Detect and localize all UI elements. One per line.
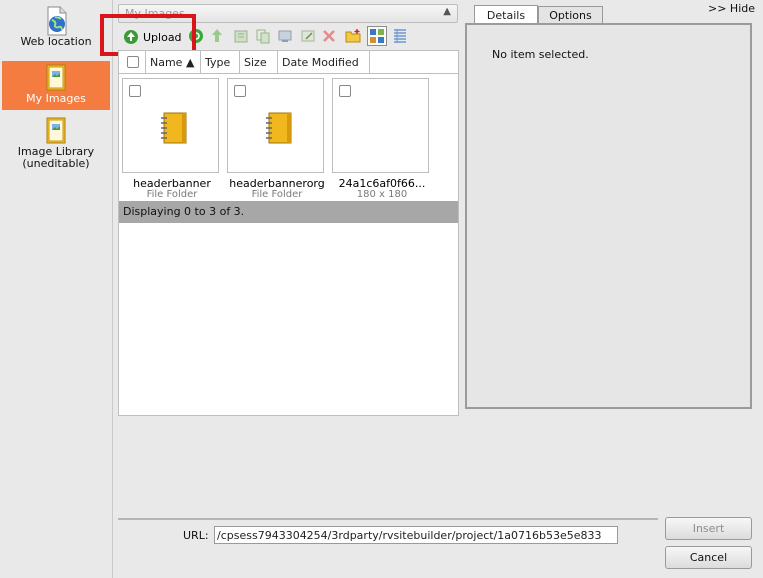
tile-checkbox[interactable] (234, 85, 246, 97)
sidebar-item-label: Web location (20, 35, 92, 48)
tab-details[interactable]: Details (474, 5, 538, 24)
cut-icon[interactable] (233, 28, 249, 44)
hide-panel-link[interactable]: >> Hide (708, 2, 755, 15)
library-icon (46, 117, 66, 144)
sidebar-item-image-library[interactable]: Image Library (uneditable) (2, 116, 110, 174)
file-tile[interactable] (332, 78, 429, 173)
details-panel: No item selected. (465, 23, 752, 409)
sidebar-item-my-images[interactable]: My Images (2, 61, 110, 110)
copy-icon[interactable] (255, 28, 271, 44)
empty-message: No item selected. (492, 48, 589, 61)
url-field[interactable]: /cpsess7943304254/3rdparty/rvsitebuilder… (214, 526, 618, 544)
file-tile[interactable] (227, 78, 324, 173)
sidebar-item-web-location[interactable]: Web location (2, 6, 110, 58)
list-view-icon[interactable] (392, 28, 408, 44)
select-all-column[interactable] (119, 51, 146, 73)
web-location-icon (47, 6, 67, 36)
column-size[interactable]: Size (240, 51, 278, 73)
divider (118, 518, 658, 520)
delete-icon[interactable] (321, 28, 337, 44)
column-date-modified[interactable]: Date Modified (278, 51, 370, 73)
file-type: File Folder (251, 189, 303, 200)
column-name[interactable]: Name ▲ (146, 51, 201, 73)
sidebar: Web location My Images Image Library (un… (0, 0, 113, 578)
thumbnail-view-icon (370, 29, 384, 43)
chevron-down-icon: ▲ (443, 6, 451, 17)
tile-checkbox[interactable] (339, 85, 351, 97)
file-pane: headerbanner File Folder headerbannerorg… (118, 74, 459, 416)
new-folder-icon[interactable] (345, 28, 361, 44)
up-folder-icon[interactable] (209, 28, 225, 44)
rename-icon[interactable] (300, 28, 316, 44)
tile-checkbox[interactable] (129, 85, 141, 97)
insert-button[interactable]: Insert (665, 517, 752, 540)
file-tile[interactable] (122, 78, 219, 173)
sidebar-item-label: Image Library (uneditable) (17, 145, 95, 170)
folder-images-icon (46, 64, 66, 91)
paste-icon[interactable] (277, 28, 293, 44)
thumbnail-view-button[interactable] (367, 26, 387, 46)
status-bar: Displaying 0 to 3 of 3. (119, 201, 458, 223)
list-header: Name ▲ Type Size Date Modified (118, 50, 459, 74)
file-type: File Folder (146, 189, 198, 200)
sidebar-item-label: My Images (26, 92, 86, 105)
column-type[interactable]: Type (201, 51, 240, 73)
url-label: URL: (183, 529, 209, 542)
file-dimensions: 180 x 180 (356, 189, 408, 200)
select-all-checkbox[interactable] (127, 56, 139, 68)
tab-options[interactable]: Options (538, 6, 603, 24)
cancel-button[interactable]: Cancel (665, 546, 752, 569)
folder-binder-icon (161, 112, 187, 144)
folder-binder-icon (266, 112, 292, 144)
